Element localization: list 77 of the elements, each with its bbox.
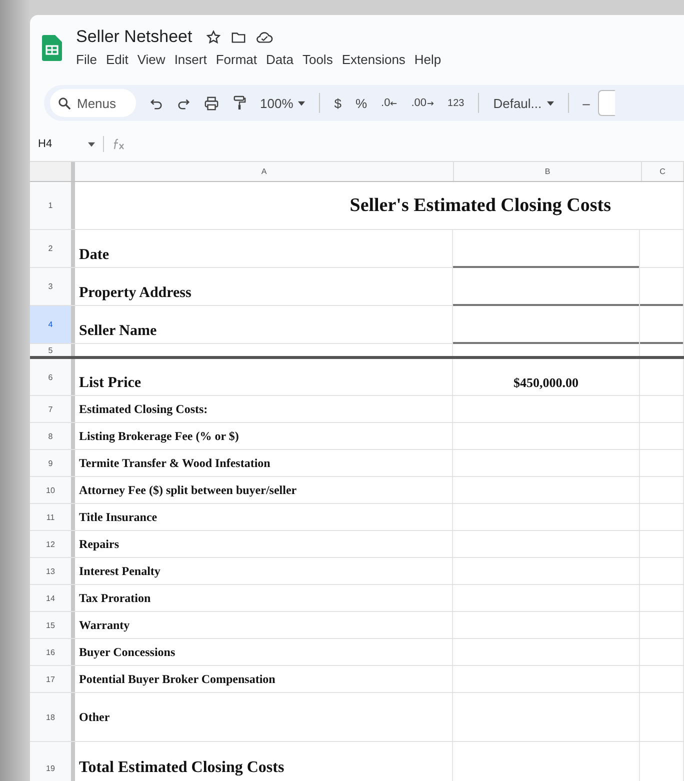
row-label: Attorney Fee ($) split between buyer/seller <box>79 482 297 498</box>
percent-format-button[interactable]: % <box>355 96 368 110</box>
name-box[interactable]: H4 <box>38 138 80 150</box>
font-size-field[interactable] <box>598 90 615 116</box>
row-header[interactable]: 11 <box>30 504 75 530</box>
print-icon[interactable] <box>204 96 219 110</box>
undo-icon[interactable] <box>150 96 163 110</box>
row-header[interactable]: 19 <box>30 742 75 781</box>
left-arrow-icon <box>390 100 398 106</box>
row-header[interactable]: 16 <box>30 639 75 665</box>
column-header[interactable]: C <box>642 162 684 181</box>
column-header[interactable]: A <box>75 162 454 181</box>
row-header[interactable]: 6 <box>30 359 75 395</box>
search-icon <box>58 97 71 110</box>
row-label: Tax Proration <box>79 590 151 606</box>
row-header[interactable]: 3 <box>30 268 75 305</box>
function-icon <box>112 138 126 150</box>
sheet-title: Seller's Estimated Closing Costs <box>350 194 611 216</box>
row-label: List Price <box>79 375 142 392</box>
menu-item[interactable]: Extensions <box>342 52 406 67</box>
row-label: Termite Transfer & Wood Infestation <box>79 456 270 470</box>
row-label: Title Insurance <box>79 510 158 524</box>
price-value: $450,000.00 <box>514 375 578 391</box>
row-label: Estimated Closing Costs: <box>79 402 208 416</box>
row-label: Potential Buyer Broker Compensation <box>79 672 276 686</box>
row-label: Buyer Concessions <box>79 644 176 660</box>
menu-item[interactable]: Tools <box>302 52 333 67</box>
font-size-decrease-button[interactable]: – <box>582 96 590 110</box>
row-header[interactable]: 1 <box>30 182 75 229</box>
row-header[interactable]: 10 <box>30 477 75 503</box>
star-icon[interactable] <box>206 30 222 44</box>
caret-icon <box>298 100 306 106</box>
number-format-button[interactable]: 123 <box>448 98 464 108</box>
row-header[interactable]: 2 <box>30 230 75 267</box>
row-label: Other <box>79 710 110 724</box>
menu-item[interactable]: Edit <box>106 52 128 67</box>
menu-item[interactable]: View <box>137 52 166 67</box>
document-title[interactable]: Seller Netsheet <box>76 27 192 47</box>
row-header[interactable]: 5 <box>30 344 75 356</box>
row-header[interactable]: 8 <box>30 423 75 449</box>
menu-item[interactable]: Format <box>216 52 257 67</box>
increase-decimal-button[interactable]: .00 <box>411 97 434 109</box>
row-header[interactable]: 13 <box>30 558 75 584</box>
row-label: Total Estimated Closing Costs <box>79 759 284 777</box>
decrease-decimal-button[interactable]: .0 <box>381 97 398 109</box>
right-arrow-icon <box>426 100 434 106</box>
row-header[interactable]: 7 <box>30 396 75 422</box>
paint-roller-icon[interactable] <box>233 95 246 111</box>
column-header[interactable]: B <box>454 162 642 181</box>
row-label: Repairs <box>79 536 119 552</box>
menu-item[interactable]: Data <box>266 52 294 67</box>
row-header[interactable]: 9 <box>30 450 75 476</box>
cloud-icon[interactable] <box>256 30 274 44</box>
row-header[interactable]: 17 <box>30 666 75 692</box>
row-label: Warranty <box>79 618 130 632</box>
row-header[interactable]: 4 <box>30 306 75 343</box>
row-label: Listing Brokerage Fee (% or $) <box>79 428 239 444</box>
row-header[interactable]: 12 <box>30 531 75 557</box>
zoom-dropdown[interactable]: 100% <box>260 96 306 110</box>
menu-item[interactable]: Help <box>414 52 442 67</box>
row-label: Interest Penalty <box>79 564 160 578</box>
currency-format-button[interactable]: $ <box>334 96 342 110</box>
row-header[interactable]: 18 <box>30 693 75 741</box>
redo-icon[interactable] <box>177 96 190 110</box>
spreadsheet-logo-icon[interactable] <box>42 35 62 61</box>
menus-search-field[interactable]: Menus <box>50 89 136 117</box>
font-dropdown[interactable]: Defaul... <box>493 96 554 110</box>
menu-item[interactable]: Insert <box>174 52 207 67</box>
row-label: Seller Name <box>79 323 157 340</box>
caret-icon[interactable] <box>88 142 95 146</box>
caret-icon <box>546 100 554 106</box>
menu-item[interactable]: File <box>76 52 97 67</box>
row-label: Date <box>79 247 109 264</box>
folder-icon[interactable] <box>231 30 246 44</box>
row-label: Property Address <box>79 285 192 302</box>
row-header[interactable]: 14 <box>30 585 75 611</box>
row-header[interactable]: 15 <box>30 612 75 638</box>
